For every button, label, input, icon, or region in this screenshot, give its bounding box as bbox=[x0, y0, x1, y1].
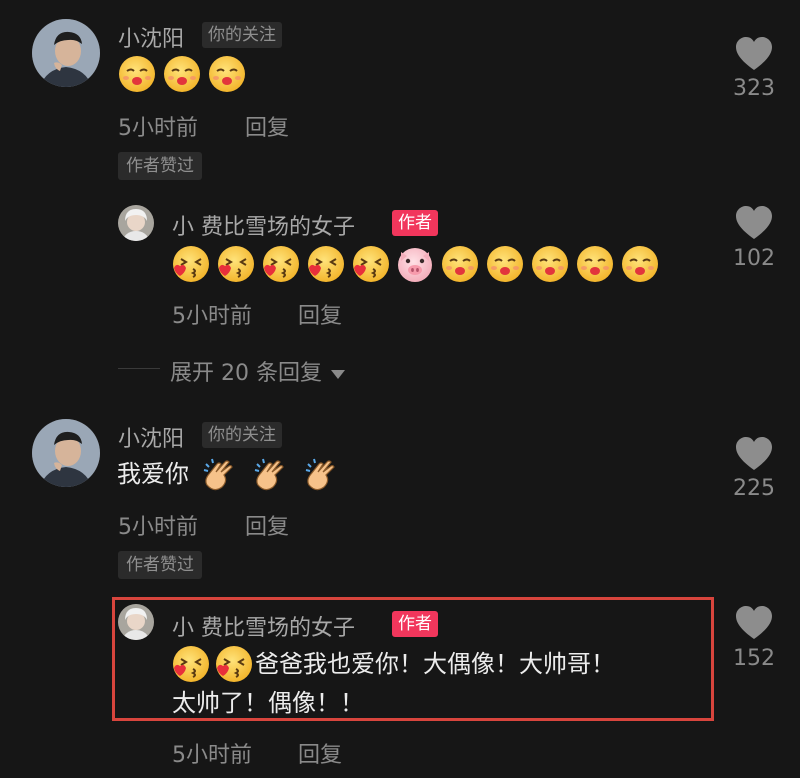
reply-username[interactable]: 小 费比雪场的女子 bbox=[172, 610, 355, 642]
like-count: 323 bbox=[733, 76, 775, 101]
comment-text: 我爱你 bbox=[117, 460, 189, 488]
reply-avatar[interactable] bbox=[118, 205, 154, 241]
blow-kiss-icon bbox=[213, 644, 253, 684]
clap-icon bbox=[251, 454, 291, 494]
comment-content bbox=[117, 54, 247, 94]
following-badge: 你的关注 bbox=[202, 422, 282, 448]
pig-icon bbox=[395, 244, 435, 284]
kiss-icon bbox=[162, 54, 202, 94]
timestamp: 5小时前 bbox=[118, 116, 198, 141]
like-heart-icon[interactable] bbox=[734, 605, 774, 641]
comment-username[interactable]: 小沈阳 bbox=[118, 21, 184, 53]
blow-kiss-icon bbox=[170, 244, 210, 284]
like-count: 152 bbox=[733, 646, 775, 671]
clap-icon bbox=[200, 454, 240, 494]
avatar[interactable] bbox=[32, 419, 100, 487]
kiss-icon bbox=[117, 54, 157, 94]
expand-replies-button[interactable]: 展开 20 条回复 bbox=[170, 355, 345, 387]
reply-text-line1: 爸爸我也爱你！大偶像！大帅哥！ bbox=[255, 650, 615, 678]
like-heart-icon[interactable] bbox=[734, 436, 774, 472]
reply-button[interactable]: 回复 bbox=[298, 298, 342, 330]
like-heart-icon[interactable] bbox=[734, 36, 774, 72]
reply-timestamp: 5小时前 bbox=[172, 743, 252, 768]
kiss-icon bbox=[440, 244, 480, 284]
reply-username[interactable]: 小 费比雪场的女子 bbox=[172, 209, 355, 241]
comment-content: 我爱你 bbox=[117, 454, 342, 494]
blow-kiss-icon bbox=[215, 244, 255, 284]
author-liked-badge: 作者赞过 bbox=[118, 152, 202, 180]
author-badge: 作者 bbox=[392, 611, 438, 637]
reply-content: 爸爸我也爱你！大偶像！大帅哥！ bbox=[170, 644, 615, 684]
kiss-icon bbox=[485, 244, 525, 284]
like-count: 225 bbox=[733, 476, 775, 501]
reply-button[interactable]: 回复 bbox=[245, 509, 289, 541]
author-badge: 作者 bbox=[392, 210, 438, 236]
kiss-icon bbox=[207, 54, 247, 94]
kiss-icon bbox=[575, 244, 615, 284]
blow-kiss-icon bbox=[260, 244, 300, 284]
like-count: 102 bbox=[733, 246, 775, 271]
kiss-icon bbox=[620, 244, 660, 284]
divider bbox=[118, 368, 160, 369]
blow-kiss-icon bbox=[170, 644, 210, 684]
reply-text-line2: 太帅了！偶像！！ bbox=[172, 689, 364, 717]
comment-username[interactable]: 小沈阳 bbox=[118, 421, 184, 453]
blow-kiss-icon bbox=[350, 244, 390, 284]
reply-content bbox=[170, 244, 660, 284]
blow-kiss-icon bbox=[305, 244, 345, 284]
expand-replies-label: 展开 20 条回复 bbox=[170, 361, 322, 386]
like-heart-icon[interactable] bbox=[734, 205, 774, 241]
reply-button[interactable]: 回复 bbox=[245, 110, 289, 142]
timestamp: 5小时前 bbox=[118, 515, 198, 540]
reply-button[interactable]: 回复 bbox=[298, 737, 342, 769]
reply-timestamp: 5小时前 bbox=[172, 304, 252, 329]
reply-avatar[interactable] bbox=[118, 604, 154, 640]
following-badge: 你的关注 bbox=[202, 22, 282, 48]
author-liked-badge: 作者赞过 bbox=[118, 551, 202, 579]
avatar[interactable] bbox=[32, 19, 100, 87]
triangle-down-icon bbox=[330, 369, 345, 379]
kiss-icon bbox=[530, 244, 570, 284]
clap-icon bbox=[302, 454, 342, 494]
